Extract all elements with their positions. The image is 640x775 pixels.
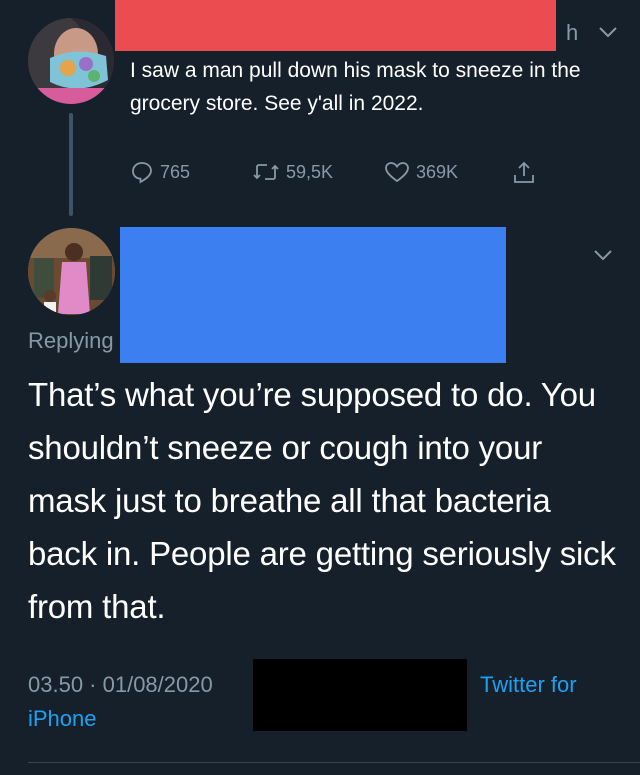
chevron-down-icon[interactable]	[597, 24, 619, 40]
tweet-text: I saw a man pull down his mask to sneeze…	[130, 59, 581, 115]
share-button[interactable]	[512, 160, 542, 186]
avatar-image	[28, 228, 115, 315]
tweet-source-link-continued[interactable]: iPhone	[28, 706, 97, 732]
reply-button[interactable]: 765	[130, 160, 190, 184]
retweet-icon	[253, 164, 279, 180]
redaction-block-red	[115, 0, 556, 51]
share-icon	[514, 161, 534, 183]
thread-line	[69, 113, 73, 216]
like-count: 369K	[416, 161, 459, 182]
tweet-source-link[interactable]: Twitter for	[480, 672, 577, 698]
avatar[interactable]	[28, 228, 115, 315]
divider	[28, 762, 640, 763]
redaction-block-blue	[120, 227, 506, 363]
retweet-button[interactable]: 59,5K	[252, 160, 333, 184]
heart-icon	[385, 162, 409, 183]
like-button[interactable]: 369K	[384, 160, 458, 184]
reply-count: 765	[160, 161, 191, 182]
chevron-down-icon[interactable]	[592, 247, 614, 263]
replying-to-label: Replying	[28, 328, 114, 353]
tweet-timestamp[interactable]: 03.50 · 01/08/2020	[28, 672, 213, 698]
avatar-image	[28, 18, 114, 104]
user-handle-fragment: h	[566, 20, 579, 45]
tweet-text: That’s what you’re supposed to do. You s…	[28, 376, 616, 625]
redaction-block-black	[253, 659, 467, 731]
reply-icon	[132, 162, 152, 184]
retweet-count: 59,5K	[286, 161, 334, 182]
avatar[interactable]	[28, 18, 114, 104]
